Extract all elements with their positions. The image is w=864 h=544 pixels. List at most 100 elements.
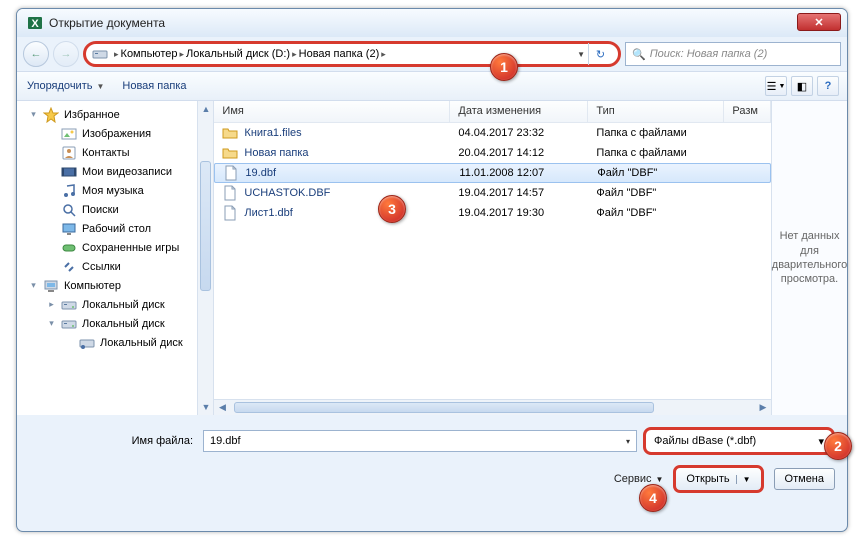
drive-icon <box>92 46 108 62</box>
file-name: Лист1.dbf <box>244 207 292 219</box>
chevron-down-icon: ▼ <box>655 475 663 484</box>
file-date: 20.04.2017 14:12 <box>450 147 588 159</box>
tree-item-label: Мои видеозаписи <box>82 166 172 178</box>
tree-item-drive[interactable]: ▾Локальный диск <box>21 314 213 333</box>
preview-pane-button[interactable]: ◧ <box>791 76 813 96</box>
file-row[interactable]: Лист1.dbf19.04.2017 19:30Файл "DBF" <box>214 203 771 223</box>
svg-text:X: X <box>31 18 39 30</box>
organize-label: Упорядочить <box>27 80 92 92</box>
cancel-button[interactable]: Отмена <box>774 468 835 490</box>
tree-item-star[interactable]: ▾Избранное <box>21 105 213 124</box>
files-hscrollbar[interactable]: ◀ ▶ <box>214 399 771 415</box>
help-button[interactable]: ? <box>817 76 839 96</box>
tree-item-label: Поиски <box>82 204 119 216</box>
video-icon <box>61 164 77 180</box>
scroll-thumb[interactable] <box>200 161 211 291</box>
preview-text: Нет данных для дварительного просмотра. <box>772 229 847 286</box>
service-menu[interactable]: Сервис ▼ <box>614 473 664 485</box>
scroll-right-icon[interactable]: ▶ <box>755 400 771 415</box>
file-row[interactable]: UCHASTOK.DBF19.04.2017 14:57Файл "DBF" <box>214 183 771 203</box>
crumb-computer[interactable]: Компьютер <box>121 48 178 60</box>
tree-item-music[interactable]: Моя музыка <box>21 181 213 200</box>
filetype-value: Файлы dBase (*.dbf) <box>654 435 756 447</box>
tree-scrollbar[interactable]: ▲ ▼ <box>197 101 213 415</box>
scroll-up-icon[interactable]: ▲ <box>198 101 213 117</box>
tree-item-label: Изображения <box>82 128 151 140</box>
refresh-button[interactable]: ↻ <box>588 43 612 65</box>
open-button[interactable]: Открыть ▼ <box>673 465 763 493</box>
col-size[interactable]: Разм <box>724 101 771 122</box>
file-date: 19.04.2017 14:57 <box>450 187 588 199</box>
help-icon: ? <box>825 80 832 92</box>
tree-item-label: Сохраненные игры <box>82 242 179 254</box>
preview-pane: Нет данных для дварительного просмотра. <box>771 101 847 415</box>
tree-item-drive[interactable]: ▸Локальный диск <box>21 295 213 314</box>
tree-expander-icon[interactable]: ▾ <box>47 319 56 328</box>
breadcrumb-bar[interactable]: ▸ Компьютер ▸ Локальный диск (D:) ▸ Нова… <box>83 41 621 67</box>
tree-expander-icon[interactable]: ▾ <box>29 281 38 290</box>
hscroll-thumb[interactable] <box>234 402 654 413</box>
file-name: Новая папка <box>244 147 308 159</box>
chevron-down-icon: ▼ <box>778 83 785 90</box>
column-headers: Имя Дата изменения Тип Разм <box>214 101 771 123</box>
new-folder-button[interactable]: Новая папка <box>122 80 186 92</box>
tree-item-links[interactable]: Ссылки <box>21 257 213 276</box>
refresh-icon: ↻ <box>596 48 605 61</box>
file-row[interactable]: 19.dbf11.01.2008 12:07Файл "DBF" <box>214 163 771 183</box>
tree-expander-icon[interactable]: ▾ <box>29 110 38 119</box>
cancel-label: Отмена <box>785 473 824 485</box>
callout-2: 2 <box>824 432 852 460</box>
tree-item-games[interactable]: Сохраненные игры <box>21 238 213 257</box>
chevron-down-icon[interactable]: ▾ <box>626 437 630 446</box>
tree-item-computer[interactable]: ▾Компьютер <box>21 276 213 295</box>
col-date[interactable]: Дата изменения <box>450 101 588 122</box>
titlebar: X Открытие документа ✕ <box>17 9 847 37</box>
forward-button[interactable]: → <box>53 41 79 67</box>
open-label: Открыть <box>686 473 729 485</box>
file-icon <box>222 205 238 221</box>
col-type[interactable]: Тип <box>588 101 724 122</box>
filetype-dropdown[interactable]: Файлы dBase (*.dbf) ▾ <box>643 427 835 455</box>
scroll-left-icon[interactable]: ◀ <box>214 400 230 415</box>
forward-arrow-icon: → <box>61 48 72 60</box>
tree-expander-icon[interactable]: ▸ <box>47 300 56 309</box>
scroll-down-icon[interactable]: ▼ <box>198 399 213 415</box>
view-mode-button[interactable]: ☰▼ <box>765 76 787 96</box>
breadcrumb-dropdown-icon[interactable]: ▼ <box>577 50 585 59</box>
excel-icon: X <box>27 15 43 31</box>
tree-item-search[interactable]: Поиски <box>21 200 213 219</box>
close-button[interactable]: ✕ <box>797 13 841 31</box>
file-row[interactable]: Новая папка 20.04.2017 14:12Папка с файла… <box>214 143 771 163</box>
organize-menu[interactable]: Упорядочить ▼ <box>27 80 104 92</box>
computer-icon <box>43 278 59 294</box>
folder-icon <box>222 145 238 161</box>
file-type: Папка с файлами <box>588 127 724 139</box>
tree-item-drive-net[interactable]: Локальный диск <box>21 333 213 352</box>
tree-item-desktop[interactable]: Рабочий стол <box>21 219 213 238</box>
chevron-right-icon: ▸ <box>114 49 119 60</box>
search-icon: 🔍 <box>632 48 646 61</box>
open-split-dropdown[interactable]: ▼ <box>736 475 751 484</box>
window-title: Открытие документа <box>49 16 165 30</box>
filename-input[interactable]: 19.dbf ▾ <box>203 430 637 452</box>
col-name[interactable]: Имя <box>214 101 450 122</box>
crumb-drive[interactable]: Локальный диск (D:) <box>186 48 290 60</box>
file-type: Папка с файлами <box>588 147 724 159</box>
crumb-folder[interactable]: Новая папка (2) <box>299 48 380 60</box>
tree-item-label: Моя музыка <box>82 185 144 197</box>
tree-item-label: Контакты <box>82 147 130 159</box>
chevron-right-icon: ▸ <box>381 49 386 60</box>
tree-item-video[interactable]: Мои видеозаписи <box>21 162 213 181</box>
tree-item-pictures[interactable]: Изображения <box>21 124 213 143</box>
music-icon <box>61 183 77 199</box>
tree-item-contacts[interactable]: Контакты <box>21 143 213 162</box>
desktop-icon <box>61 221 77 237</box>
contacts-icon <box>61 145 77 161</box>
tree-item-label: Локальный диск <box>100 337 183 349</box>
search-input[interactable]: 🔍 Поиск: Новая папка (2) <box>625 42 841 66</box>
filename-label: Имя файла: <box>29 435 197 447</box>
games-icon <box>61 240 77 256</box>
file-row[interactable]: Книга1.files04.04.2017 23:32Папка с файл… <box>214 123 771 143</box>
back-button[interactable]: ← <box>23 41 49 67</box>
tree-item-label: Ссылки <box>82 261 121 273</box>
